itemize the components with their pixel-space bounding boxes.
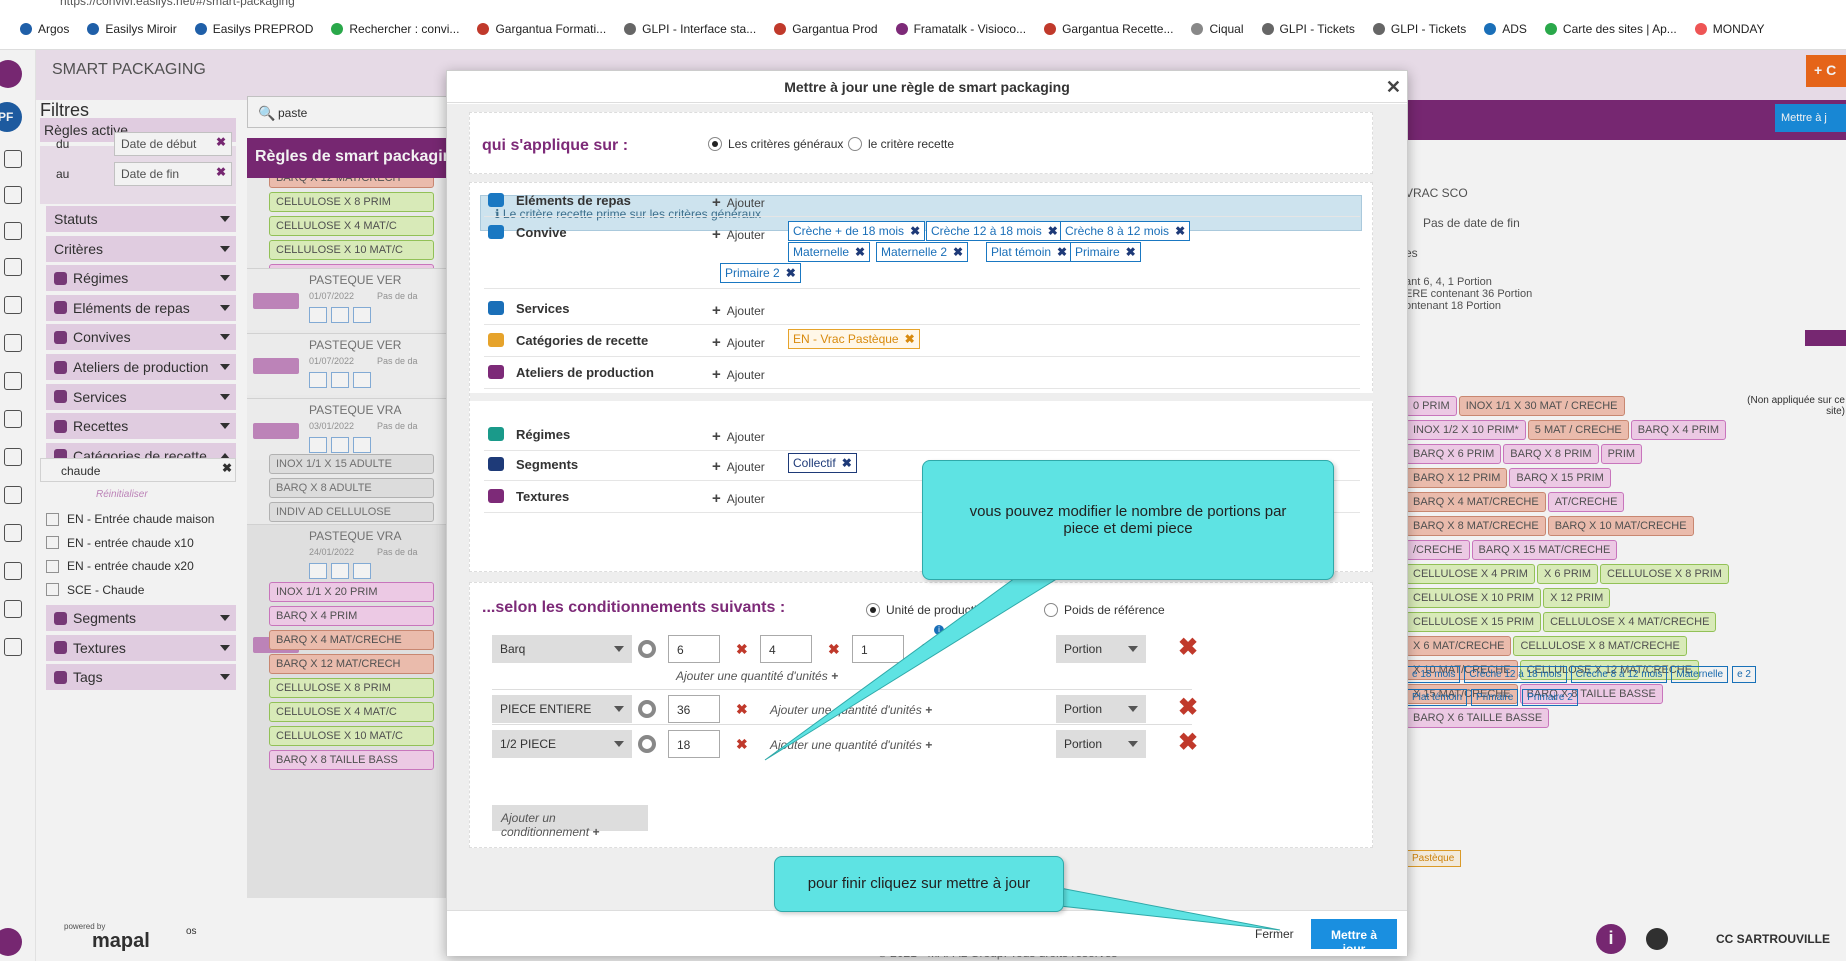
callout1-arrow: [764, 577, 1057, 761]
callout2-arrow: [1059, 887, 1281, 931]
callout-portions: vous pouvez modifier le nombre de portio…: [922, 460, 1334, 580]
callout-update: pour finir cliquez sur mettre à jour: [774, 856, 1064, 912]
